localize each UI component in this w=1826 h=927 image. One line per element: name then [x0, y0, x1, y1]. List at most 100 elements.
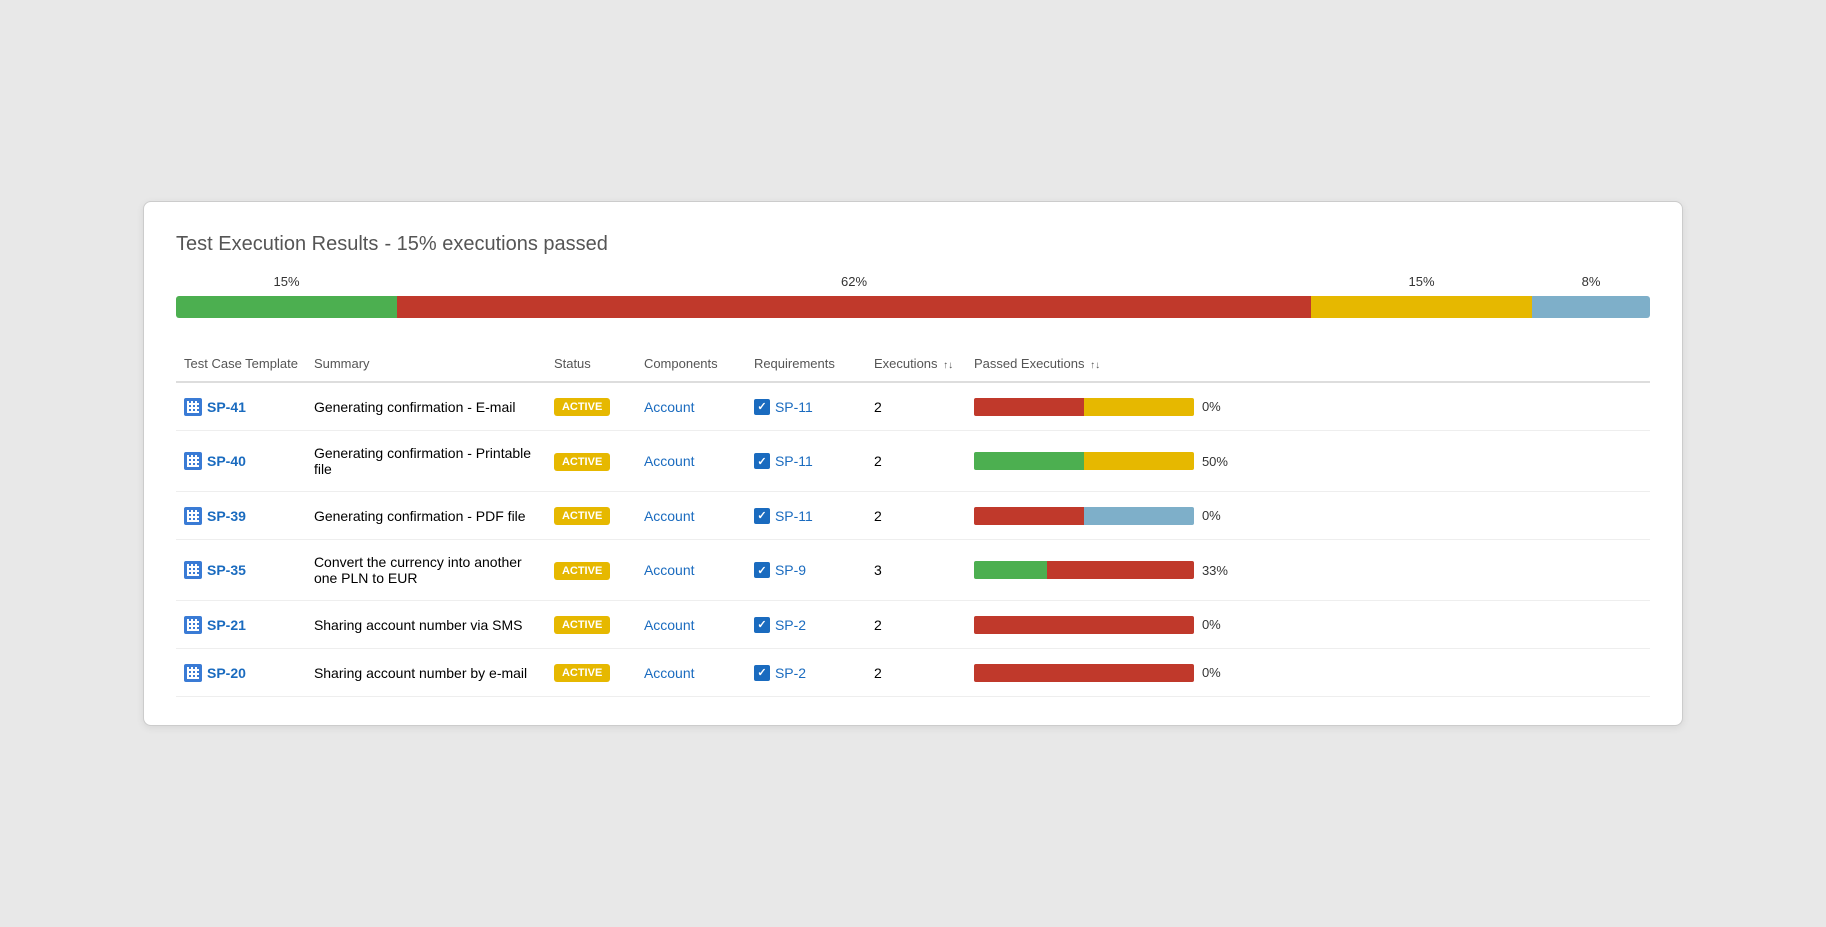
- table-row: SP-21 Sharing account number via SMSACTI…: [176, 601, 1650, 649]
- req-checkbox-icon: [754, 508, 770, 524]
- component-link[interactable]: Account: [644, 617, 695, 633]
- test-case-id: SP-20: [207, 665, 246, 681]
- requirement-cell: SP-11: [754, 508, 858, 524]
- progress-section: 15% 62% 15% 8%: [176, 274, 1650, 318]
- summary-cell: Convert the currency into another one PL…: [306, 540, 546, 601]
- mini-bar: [974, 561, 1194, 579]
- col-header-summary: Summary: [306, 346, 546, 382]
- progress-segment-1: [397, 296, 1311, 318]
- requirement-link[interactable]: SP-9: [775, 562, 806, 578]
- req-checkbox-icon: [754, 617, 770, 633]
- status-badge: ACTIVE: [554, 562, 610, 580]
- component-link[interactable]: Account: [644, 453, 695, 469]
- component-link[interactable]: Account: [644, 508, 695, 524]
- overall-progress-bar: [176, 296, 1650, 318]
- req-checkbox-icon: [754, 399, 770, 415]
- passed-executions-cell: 0%: [966, 382, 1650, 431]
- mini-bar: [974, 398, 1194, 416]
- executions-cell: 2: [866, 382, 966, 431]
- status-badge: ACTIVE: [554, 616, 610, 634]
- requirement-cell: SP-11: [754, 399, 858, 415]
- requirement-cell: SP-9: [754, 562, 858, 578]
- executions-cell: 2: [866, 649, 966, 697]
- component-link[interactable]: Account: [644, 399, 695, 415]
- table-row: SP-20 Sharing account number by e-mail AC…: [176, 649, 1650, 697]
- col-header-status: Status: [546, 346, 636, 382]
- summary-cell: Generating confirmation - PDF file: [306, 492, 546, 540]
- test-case-id: SP-39: [207, 508, 246, 524]
- requirement-link[interactable]: SP-11: [775, 399, 813, 415]
- status-badge: ACTIVE: [554, 507, 610, 525]
- requirement-link[interactable]: SP-11: [775, 508, 813, 524]
- mini-bar-segment: [1084, 507, 1194, 525]
- status-badge: ACTIVE: [554, 398, 610, 416]
- progress-label-0: 15%: [274, 274, 300, 289]
- executions-cell: 2: [866, 492, 966, 540]
- passed-executions-cell: 33%: [966, 540, 1650, 601]
- mini-bar-segment: [974, 561, 1047, 579]
- table-row: SP-35 Convert the currency into another …: [176, 540, 1650, 601]
- mini-bar-container: 50%: [974, 452, 1642, 470]
- test-case-id: SP-21: [207, 617, 246, 633]
- requirement-cell: SP-2: [754, 617, 858, 633]
- executions-cell: 2: [866, 601, 966, 649]
- component-link[interactable]: Account: [644, 665, 695, 681]
- requirement-link[interactable]: SP-11: [775, 453, 813, 469]
- requirement-link[interactable]: SP-2: [775, 665, 806, 681]
- req-checkbox-icon: [754, 665, 770, 681]
- executions-cell: 3: [866, 540, 966, 601]
- mini-bar-segment: [1047, 561, 1194, 579]
- title-bold: Test Execution Results: [176, 233, 378, 255]
- test-case-icon: [184, 616, 202, 634]
- passed-pct-label: 33%: [1202, 563, 1228, 578]
- mini-bar-segment: [974, 398, 1084, 416]
- executions-cell: 2: [866, 431, 966, 492]
- test-case-link[interactable]: SP-35: [184, 561, 298, 579]
- col-header-passed[interactable]: Passed Executions ↑↓: [966, 346, 1650, 382]
- passed-executions-cell: 0%: [966, 492, 1650, 540]
- mini-bar-container: 33%: [974, 561, 1642, 579]
- progress-label-1: 62%: [841, 274, 867, 289]
- passed-pct-label: 0%: [1202, 399, 1221, 414]
- test-case-link[interactable]: SP-39: [184, 507, 298, 525]
- progress-label-3: 8%: [1582, 274, 1601, 289]
- passed-pct-label: 0%: [1202, 665, 1221, 680]
- status-badge: ACTIVE: [554, 664, 610, 682]
- req-checkbox-icon: [754, 562, 770, 578]
- test-case-link[interactable]: SP-20: [184, 664, 298, 682]
- table-header-row: Test Case Template Summary Status Compon…: [176, 346, 1650, 382]
- mini-bar-segment: [974, 507, 1084, 525]
- test-case-id: SP-35: [207, 562, 246, 578]
- passed-executions-cell: 0%: [966, 601, 1650, 649]
- progress-label-2: 15%: [1409, 274, 1435, 289]
- passed-executions-cell: 50%: [966, 431, 1650, 492]
- mini-bar: [974, 452, 1194, 470]
- page-title: Test Execution Results - 15% executions …: [176, 230, 1650, 256]
- title-sub: - 15% executions passed: [384, 233, 607, 255]
- test-case-link[interactable]: SP-40: [184, 452, 298, 470]
- main-card: Test Execution Results - 15% executions …: [143, 201, 1683, 726]
- test-case-icon: [184, 398, 202, 416]
- status-badge: ACTIVE: [554, 453, 610, 471]
- col-header-executions[interactable]: Executions ↑↓: [866, 346, 966, 382]
- test-case-icon: [184, 452, 202, 470]
- test-case-id: SP-40: [207, 453, 246, 469]
- test-case-icon: [184, 561, 202, 579]
- req-checkbox-icon: [754, 453, 770, 469]
- test-case-link[interactable]: SP-21: [184, 616, 298, 634]
- mini-bar-container: 0%: [974, 664, 1642, 682]
- mini-bar-container: 0%: [974, 507, 1642, 525]
- summary-cell: Sharing account number by e-mail: [306, 649, 546, 697]
- mini-bar: [974, 616, 1194, 634]
- requirement-link[interactable]: SP-2: [775, 617, 806, 633]
- component-link[interactable]: Account: [644, 562, 695, 578]
- requirement-cell: SP-2: [754, 665, 858, 681]
- passed-pct-label: 50%: [1202, 454, 1228, 469]
- executions-sort-icon: ↑↓: [943, 360, 953, 371]
- mini-bar-container: 0%: [974, 398, 1642, 416]
- passed-executions-cell: 0%: [966, 649, 1650, 697]
- mini-bar: [974, 507, 1194, 525]
- passed-pct-label: 0%: [1202, 617, 1221, 632]
- test-case-id: SP-41: [207, 399, 246, 415]
- test-case-link[interactable]: SP-41: [184, 398, 298, 416]
